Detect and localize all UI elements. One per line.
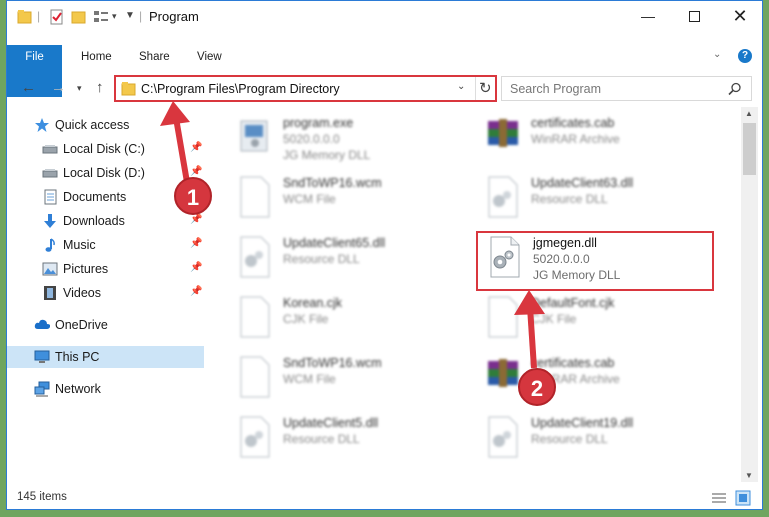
arrow-2-head	[514, 290, 545, 315]
callout-arrows	[160, 101, 545, 369]
arrow-2-shaft	[527, 306, 537, 369]
step-1-badge: 1	[174, 177, 212, 215]
arrow-1-head	[160, 101, 190, 126]
step-2-badge: 2	[518, 368, 556, 406]
